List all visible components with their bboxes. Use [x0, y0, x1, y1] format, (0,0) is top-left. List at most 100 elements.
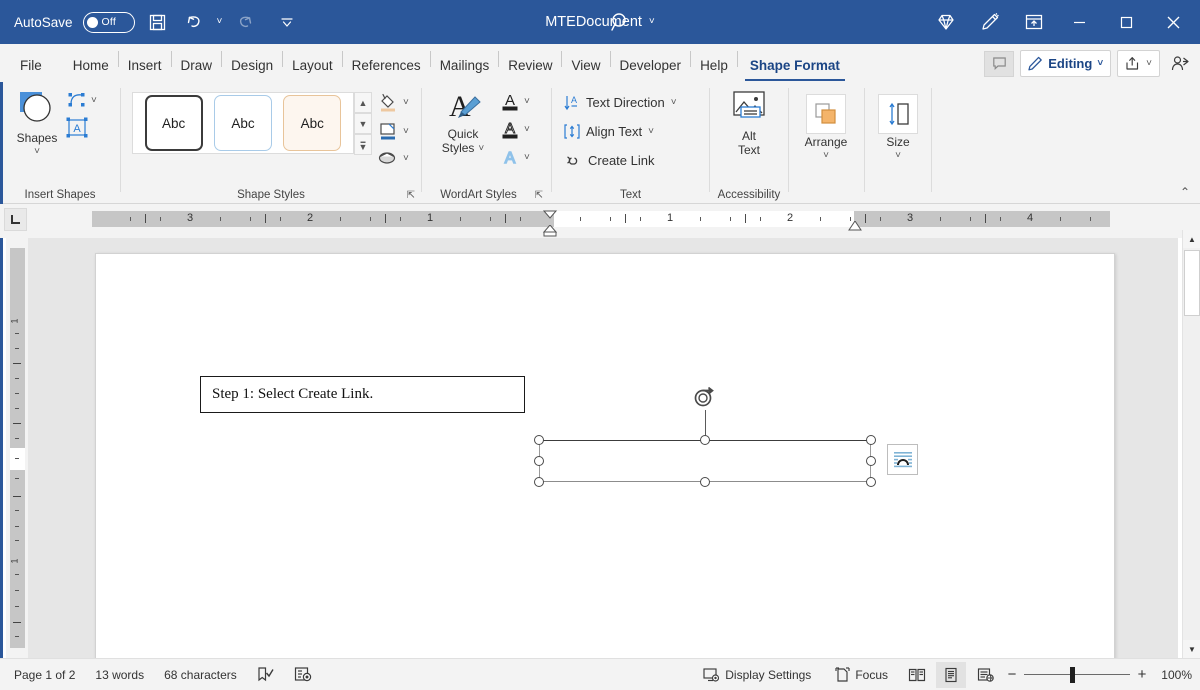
layout-options-button[interactable]	[887, 444, 918, 475]
zoom-slider-thumb[interactable]	[1070, 667, 1075, 683]
align-text-button[interactable]: Align Text ˅	[564, 118, 654, 144]
wordart-quick-styles-button[interactable]: A Quick Styles ˅	[432, 88, 494, 156]
ruler-track[interactable]: 3 2 1 1 2 3 4	[92, 211, 1110, 227]
resize-handle-bottom-right[interactable]	[866, 477, 876, 487]
tab-insert[interactable]: Insert	[119, 48, 171, 82]
scroll-down-arrow-icon[interactable]: ▼	[1183, 640, 1200, 658]
tab-help[interactable]: Help	[691, 48, 737, 82]
scrollbar-thumb[interactable]	[1184, 250, 1200, 316]
text-fill-button[interactable]: A ˅	[500, 90, 530, 112]
quick-styles-chevron-down-icon[interactable]: ˅	[478, 143, 484, 155]
draw-text-box-button[interactable]: A	[64, 116, 90, 145]
tab-home[interactable]: Home	[64, 48, 118, 82]
text-outline-chevron-down-icon[interactable]: ˅	[524, 124, 530, 135]
resize-handle-bottom-center[interactable]	[700, 477, 710, 487]
ribbon-display-options-icon[interactable]	[1013, 0, 1055, 44]
tab-shape-format[interactable]: Shape Format	[738, 48, 852, 82]
share-with-people-icon[interactable]	[1166, 50, 1194, 77]
print-layout-button[interactable]	[936, 662, 966, 688]
tab-view[interactable]: View	[562, 48, 609, 82]
resize-handle-middle-left[interactable]	[534, 456, 544, 466]
tab-developer[interactable]: Developer	[611, 48, 691, 82]
text-effects-chevron-down-icon[interactable]: ˅	[524, 152, 530, 163]
comment-icon[interactable]	[984, 51, 1014, 77]
proofing-errors-icon[interactable]	[247, 659, 284, 690]
autosave-toggle[interactable]: Off	[83, 12, 135, 33]
web-layout-button[interactable]	[970, 662, 1000, 688]
shape-styles-gallery[interactable]: Abc Abc Abc	[132, 92, 354, 154]
customize-quick-access-toolbar-icon[interactable]	[274, 8, 300, 36]
tab-references[interactable]: References	[343, 48, 430, 82]
arrange-chevron-down-icon[interactable]: ˅	[823, 150, 829, 162]
shape-style-tile-2[interactable]: Abc	[214, 95, 272, 151]
shapes-chevron-down-icon[interactable]: ˅	[34, 146, 40, 158]
shape-style-tile-3[interactable]: Abc	[283, 95, 341, 151]
document-page[interactable]: Step 1: Select Create Link.	[95, 253, 1115, 673]
resize-handle-top-center[interactable]	[700, 435, 710, 445]
resize-handle-top-right[interactable]	[866, 435, 876, 445]
text-outline-button[interactable]: A ˅	[500, 118, 530, 140]
rotation-handle-icon[interactable]	[692, 386, 718, 415]
undo-icon[interactable]	[181, 8, 207, 36]
left-tab-stop-icon[interactable]	[4, 208, 27, 231]
search-icon[interactable]	[608, 9, 634, 40]
right-indent-marker[interactable]	[848, 219, 862, 237]
tab-review[interactable]: Review	[499, 48, 561, 82]
shape-fill-chevron-down-icon[interactable]: ˅	[403, 97, 409, 108]
shapes-gallery-button[interactable]: Shapes ˅	[8, 88, 66, 157]
edit-shape-chevron-down-icon[interactable]: ˅	[91, 95, 97, 106]
close-icon[interactable]	[1151, 0, 1196, 44]
arrange-button[interactable]: Arrange ˅	[796, 94, 856, 161]
collapse-ribbon-icon[interactable]: ⌃	[1180, 185, 1190, 199]
pen-draw-icon[interactable]	[969, 0, 1011, 44]
align-text-chevron-down-icon[interactable]: ˅	[648, 126, 654, 137]
editing-mode-button[interactable]: Editing ˅	[1020, 50, 1111, 77]
resize-handle-middle-right[interactable]	[866, 456, 876, 466]
text-fill-chevron-down-icon[interactable]: ˅	[524, 96, 530, 107]
save-icon[interactable]	[145, 8, 171, 36]
page-indicator[interactable]: Page 1 of 2	[0, 659, 85, 690]
character-count[interactable]: 68 characters	[154, 659, 247, 690]
shape-effects-button[interactable]: ˅	[377, 149, 409, 167]
share-button[interactable]: ˅	[1117, 50, 1160, 77]
shape-outline-button[interactable]: ˅	[377, 121, 409, 141]
zoom-slider[interactable]	[1024, 665, 1130, 685]
text-direction-chevron-down-icon[interactable]: ˅	[671, 97, 677, 108]
selected-text-box[interactable]	[539, 440, 871, 482]
scroll-down-icon[interactable]: ▼	[354, 113, 372, 134]
share-chevron-down-icon[interactable]: ˅	[1146, 58, 1152, 69]
shape-fill-button[interactable]: ˅	[377, 92, 409, 112]
word-count[interactable]: 13 words	[85, 659, 154, 690]
accessibility-checker-icon[interactable]	[284, 659, 322, 690]
text-direction-button[interactable]: A Text Direction ˅	[564, 89, 677, 115]
document-title-chevron-icon[interactable]: ˅	[649, 17, 655, 27]
resize-handle-bottom-left[interactable]	[534, 477, 544, 487]
shape-style-tile-1[interactable]: Abc	[145, 95, 203, 151]
diamond-copilot-icon[interactable]	[925, 0, 967, 44]
shape-outline-chevron-down-icon[interactable]: ˅	[403, 126, 409, 137]
tab-file[interactable]: File	[0, 48, 54, 82]
first-line-indent-marker[interactable]	[543, 206, 557, 224]
resize-handle-top-left[interactable]	[534, 435, 544, 445]
undo-dropdown-chevron-icon[interactable]: ˅	[217, 17, 223, 27]
tab-design[interactable]: Design	[222, 48, 282, 82]
zoom-out-button[interactable]: −	[1004, 666, 1020, 683]
size-chevron-down-icon[interactable]: ˅	[895, 150, 901, 162]
edit-shape-button[interactable]: ˅	[66, 90, 97, 110]
maximize-icon[interactable]	[1104, 0, 1149, 44]
minimize-icon[interactable]	[1057, 0, 1102, 44]
editing-chevron-down-icon[interactable]: ˅	[1097, 58, 1103, 69]
text-box-step-1[interactable]: Step 1: Select Create Link.	[200, 376, 525, 413]
focus-mode-button[interactable]: Focus	[825, 659, 898, 690]
zoom-in-button[interactable]: +	[1134, 666, 1150, 683]
zoom-level-label[interactable]: 100%	[1154, 668, 1192, 682]
read-mode-button[interactable]	[902, 662, 932, 688]
scroll-up-arrow-icon[interactable]: ▲	[1183, 230, 1200, 248]
scroll-up-icon[interactable]: ▲	[354, 92, 372, 113]
tab-draw[interactable]: Draw	[172, 48, 222, 82]
tab-mailings[interactable]: Mailings	[431, 48, 499, 82]
shape-effects-chevron-down-icon[interactable]: ˅	[403, 153, 409, 164]
vertical-scrollbar[interactable]: ▲ ▼	[1182, 230, 1200, 658]
text-effects-button[interactable]: A ˅	[500, 146, 530, 168]
more-styles-icon[interactable]: ━▼	[354, 134, 372, 155]
